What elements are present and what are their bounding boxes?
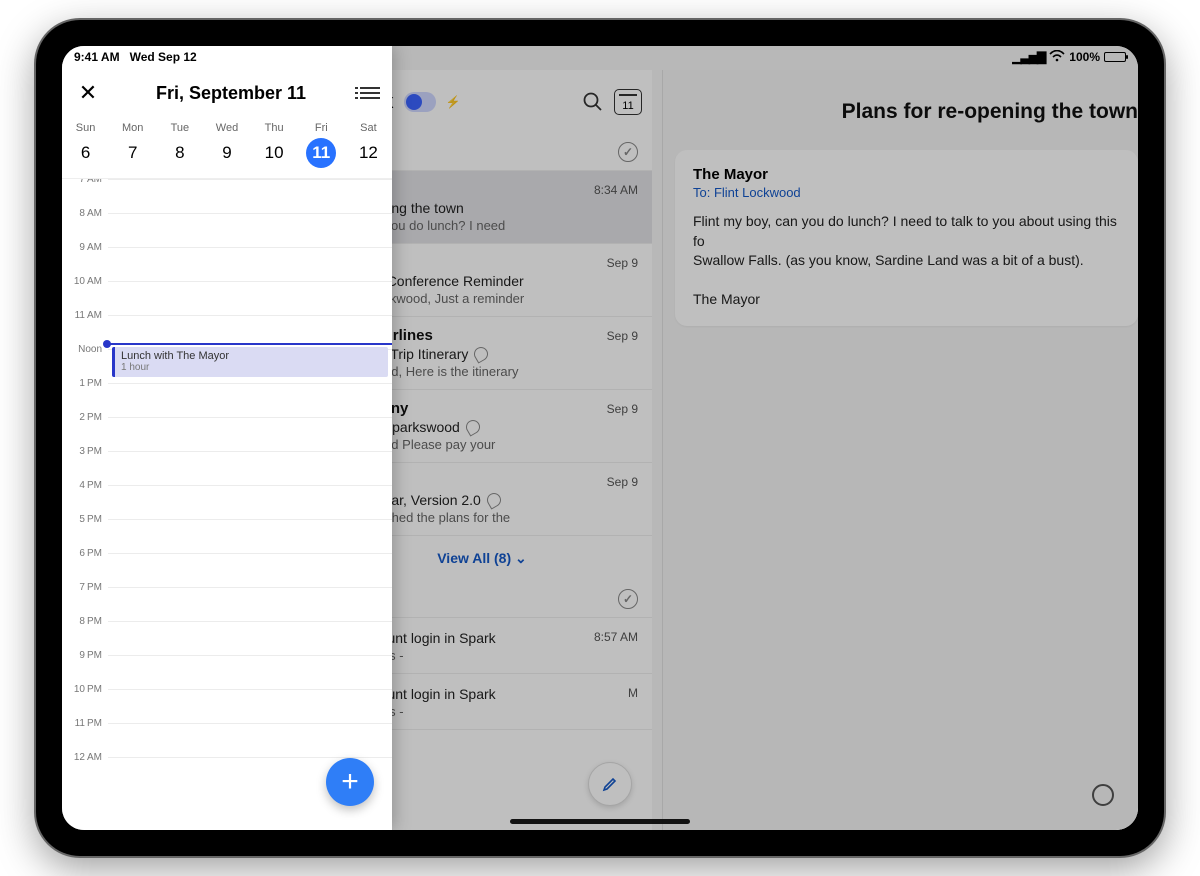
hour-label: 10 AM	[62, 276, 108, 287]
weekday-row: SunMonTueWedThuFriSat	[62, 118, 392, 136]
hour-row[interactable]: 7 AM	[62, 179, 392, 213]
weekday-label: Wed	[203, 122, 250, 134]
hour-row[interactable]: 10 AM	[62, 281, 392, 315]
status-bar: 9:41 AM Wed Sep 12 ▁▃▅▇ 100%	[62, 46, 1138, 68]
hour-label: 5 PM	[62, 514, 108, 525]
action-circle-button[interactable]	[1092, 784, 1114, 806]
hour-label: 9 AM	[62, 242, 108, 253]
signal-icon: ▁▃▅▇	[1012, 50, 1045, 64]
message-to[interactable]: To: Flint Lockwood	[693, 185, 1120, 200]
hour-label: 8 AM	[62, 208, 108, 219]
mail-time: 8:57 AM	[594, 630, 638, 644]
compose-button[interactable]	[588, 762, 632, 806]
pencil-icon	[602, 776, 618, 792]
hour-label: 11 PM	[62, 718, 108, 729]
weekday-label: Thu	[251, 122, 298, 134]
hour-label: 6 PM	[62, 548, 108, 559]
hour-row[interactable]: 8 PM	[62, 621, 392, 655]
list-view-icon[interactable]	[360, 87, 380, 99]
calendar-event[interactable]: Lunch with The Mayor1 hour	[112, 347, 388, 377]
close-icon[interactable]: ✕	[74, 80, 102, 106]
hour-row[interactable]: 8 AM	[62, 213, 392, 247]
now-indicator	[108, 343, 392, 345]
status-date: Wed Sep 12	[130, 50, 197, 64]
date-cell[interactable]: 12	[345, 138, 392, 168]
hour-row[interactable]: 10 PM	[62, 689, 392, 723]
mail-time: Sep 9	[607, 475, 638, 489]
screen: t Inbox ⚡ 11 ✓ orre-opening the townoy, …	[62, 46, 1138, 830]
status-time: 9:41 AM	[74, 50, 120, 64]
message-from: The Mayor	[693, 166, 1120, 183]
check-all-icon[interactable]: ✓	[618, 142, 638, 162]
attachment-icon	[472, 344, 491, 363]
battery-icon	[1104, 52, 1126, 62]
smart-inbox-toggle[interactable]	[404, 92, 436, 112]
mail-time: Sep 9	[607, 256, 638, 270]
calendar-icon[interactable]: 11	[614, 89, 642, 115]
attachment-icon	[463, 417, 482, 436]
agenda-view[interactable]: 7 AM8 AM9 AM10 AM11 AMNoon1 PM2 PM3 PM4 …	[62, 179, 392, 830]
hour-label: 7 PM	[62, 582, 108, 593]
weekday-label: Mon	[109, 122, 156, 134]
date-cell[interactable]: 9	[203, 138, 250, 168]
hour-label: 3 PM	[62, 446, 108, 457]
hour-row[interactable]: 7 PM	[62, 587, 392, 621]
chevron-down-icon: ⌄	[515, 550, 527, 566]
mail-time: 8:34 AM	[594, 183, 638, 197]
hour-row[interactable]: 5 PM	[62, 519, 392, 553]
hour-label: 11 AM	[62, 310, 108, 321]
view-all-label: View All (8)	[437, 550, 511, 566]
hour-label: 10 PM	[62, 684, 108, 695]
check-all-icon[interactable]: ✓	[618, 589, 638, 609]
weekday-label: Sun	[62, 122, 109, 134]
hour-row[interactable]: 4 PM	[62, 485, 392, 519]
attachment-icon	[484, 490, 503, 509]
battery-percent: 100%	[1069, 50, 1100, 64]
weekday-label: Fri	[298, 122, 345, 134]
hour-label: 12 AM	[62, 752, 108, 763]
message-title: Plans for re-opening the town	[663, 70, 1138, 140]
ipad-frame: t Inbox ⚡ 11 ✓ orre-opening the townoy, …	[36, 20, 1164, 856]
hour-row[interactable]: 3 PM	[62, 451, 392, 485]
hour-label: Noon	[62, 344, 108, 355]
mail-time: Sep 9	[607, 402, 638, 416]
search-icon[interactable]	[582, 91, 604, 113]
hour-label: 7 AM	[62, 179, 108, 185]
hour-label: 2 PM	[62, 412, 108, 423]
hour-label: 4 PM	[62, 480, 108, 491]
weekday-label: Tue	[156, 122, 203, 134]
calendar-title: Fri, September 11	[102, 83, 360, 104]
message-body: Flint my boy, can you do lunch? I need t…	[693, 212, 1120, 310]
date-cell[interactable]: 11	[298, 138, 345, 168]
hour-label: 1 PM	[62, 378, 108, 389]
hour-row[interactable]: 9 PM	[62, 655, 392, 689]
date-cell[interactable]: 7	[109, 138, 156, 168]
date-cell[interactable]: 10	[251, 138, 298, 168]
hour-label: 8 PM	[62, 616, 108, 627]
hour-row[interactable]: 2 PM	[62, 417, 392, 451]
calendar-day: 11	[622, 100, 633, 112]
event-title: Lunch with The Mayor	[121, 350, 382, 362]
mail-time: M	[628, 686, 638, 700]
add-event-button[interactable]: +	[326, 758, 374, 806]
weekday-label: Sat	[345, 122, 392, 134]
hour-row[interactable]: 6 PM	[62, 553, 392, 587]
mail-time: Sep 9	[607, 329, 638, 343]
message-card: The Mayor To: Flint Lockwood Flint my bo…	[675, 150, 1138, 326]
message-detail: Plans for re-opening the town The Mayor …	[662, 70, 1138, 830]
hour-row[interactable]: 11 PM	[62, 723, 392, 757]
hour-row[interactable]: 9 AM	[62, 247, 392, 281]
event-duration: 1 hour	[121, 362, 382, 373]
calendar-panel: ✕ Fri, September 11 SunMonTueWedThuFriSa…	[62, 46, 392, 830]
date-row: 6789101112	[62, 136, 392, 179]
date-cell[interactable]: 8	[156, 138, 203, 168]
hour-row[interactable]: 1 PM	[62, 383, 392, 417]
date-cell[interactable]: 6	[62, 138, 109, 168]
home-indicator[interactable]	[510, 819, 690, 824]
wifi-icon	[1049, 50, 1065, 65]
hour-label: 9 PM	[62, 650, 108, 661]
